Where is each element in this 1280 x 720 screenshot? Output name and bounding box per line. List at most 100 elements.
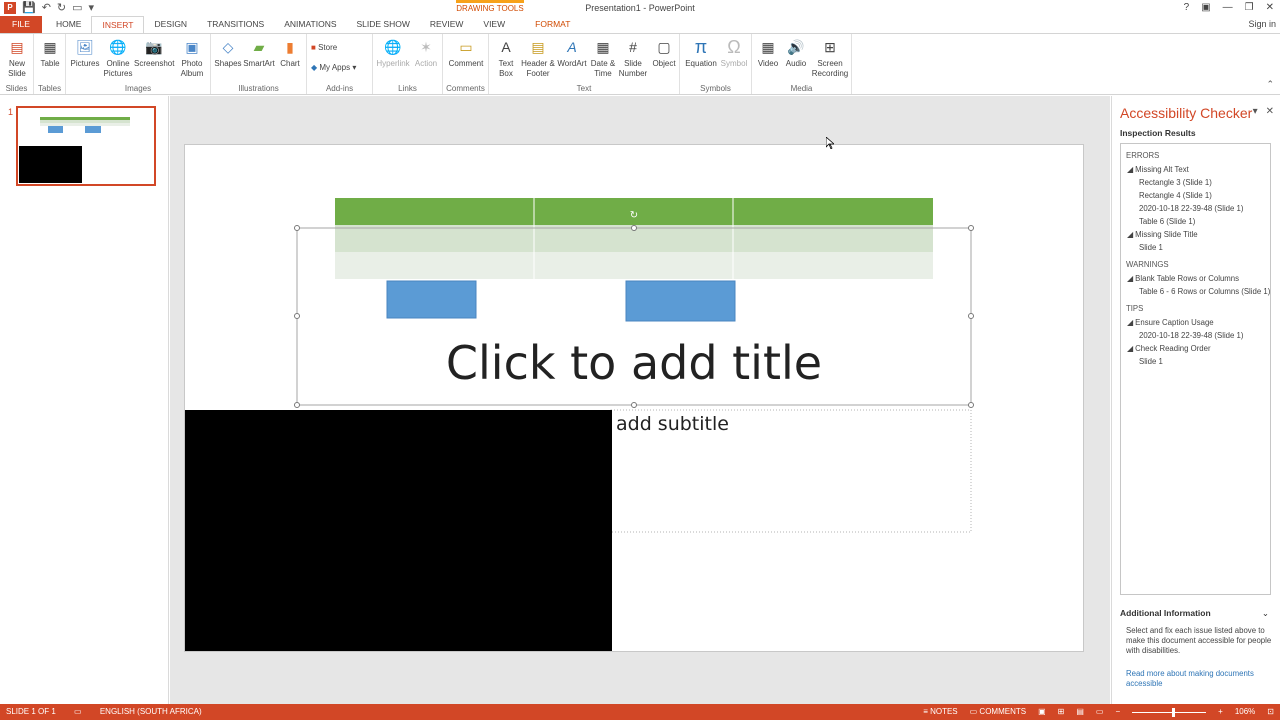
picture-2020-10-18[interactable] xyxy=(185,410,612,651)
smartart-button[interactable]: ▰ SmartArt xyxy=(243,37,275,69)
screen-recording-button[interactable]: ⊞ Screen Recording xyxy=(810,37,850,79)
tab-view[interactable]: VIEW xyxy=(473,16,515,33)
header-footer-button[interactable]: ▤ Header & Footer xyxy=(521,37,555,79)
issue-item[interactable]: Rectangle 4 (Slide 1) xyxy=(1139,191,1266,200)
redo-icon[interactable]: ↻ xyxy=(57,1,66,15)
additional-information-header[interactable]: Additional Information ⌄ xyxy=(1120,608,1271,618)
tab-slide-show[interactable]: SLIDE SHOW xyxy=(347,16,420,33)
title-placeholder-text[interactable]: Click to add title xyxy=(297,335,971,391)
issue-category[interactable]: ◢ Ensure Caption Usage xyxy=(1127,318,1266,327)
slide-canvas[interactable]: ↻ Click to add title add subtitle xyxy=(185,145,1083,651)
online-pictures-button[interactable]: 🌐 Online Pictures xyxy=(102,37,134,79)
ribbon-display-options-icon[interactable]: ▣ xyxy=(1201,2,1210,13)
wordart-button[interactable]: A WordArt xyxy=(555,37,589,69)
issue-category[interactable]: ◢ Missing Alt Text xyxy=(1127,165,1266,174)
hyperlink-icon: 🌐 xyxy=(384,39,402,55)
collapse-ribbon-icon[interactable]: ⌃ xyxy=(1266,79,1274,90)
rectangle-3[interactable] xyxy=(386,280,477,319)
subtitle-placeholder-text[interactable]: add subtitle xyxy=(616,411,729,437)
issue-category[interactable]: ◢ Blank Table Rows or Columns xyxy=(1127,274,1266,283)
customize-qat-icon[interactable]: ▾ xyxy=(89,1,95,15)
ribbon-tabs: FILE HOME INSERT DESIGN TRANSITIONS ANIM… xyxy=(0,16,1280,33)
zoom-slider-thumb[interactable] xyxy=(1172,707,1176,717)
group-label-media: Media xyxy=(790,84,813,93)
action-button[interactable]: ✶ Action xyxy=(411,37,441,69)
screenshot-button[interactable]: 📷 Screenshot xyxy=(134,37,174,69)
audio-button[interactable]: 🔊 Audio xyxy=(782,37,810,69)
issue-item[interactable]: 2020-10-18 22-39-48 (Slide 1) xyxy=(1139,204,1266,213)
symbol-button[interactable]: Ω Symbol xyxy=(718,37,750,69)
table-button[interactable]: ▦ Table xyxy=(36,37,64,69)
slide-show-icon[interactable]: ▭ xyxy=(1096,704,1104,720)
restore-icon[interactable]: ❐ xyxy=(1245,2,1254,13)
group-label-slides: Slides xyxy=(5,84,28,93)
issue-item[interactable]: Rectangle 3 (Slide 1) xyxy=(1139,178,1266,187)
help-icon[interactable]: ? xyxy=(1184,2,1190,13)
issue-category[interactable]: ◢ Check Reading Order xyxy=(1127,344,1266,353)
close-icon[interactable]: ✕ xyxy=(1266,2,1274,13)
tab-animations[interactable]: ANIMATIONS xyxy=(274,16,346,33)
slide-count: SLIDE 1 OF 1 xyxy=(6,707,56,716)
issue-category[interactable]: ◢ Missing Slide Title xyxy=(1127,230,1266,239)
video-button[interactable]: ▦ Video xyxy=(754,37,782,69)
pane-options-icon[interactable]: ▾ xyxy=(1253,106,1258,117)
group-images: 🖼 Pictures 🌐 Online Pictures 📷 Screensho… xyxy=(66,34,211,94)
date-time-button[interactable]: ▦ Date & Time xyxy=(589,37,617,79)
tab-design[interactable]: DESIGN xyxy=(144,16,197,33)
zoom-in-icon[interactable]: + xyxy=(1218,704,1223,720)
symbol-icon: Ω xyxy=(727,37,741,57)
tab-review[interactable]: REVIEW xyxy=(420,16,474,33)
screenshot-label: Screenshot xyxy=(134,59,175,68)
issue-item[interactable]: Table 6 - 6 Rows or Columns (Slide 1) xyxy=(1139,287,1270,296)
slide-thumbnail[interactable] xyxy=(16,106,156,186)
tab-transitions[interactable]: TRANSITIONS xyxy=(197,16,274,33)
save-icon[interactable]: 💾 xyxy=(22,1,36,15)
screen-recording-icon: ⊞ xyxy=(824,39,836,55)
store-button[interactable]: ■ Store xyxy=(311,43,371,53)
equation-button[interactable]: π Equation xyxy=(682,37,720,69)
reading-view-icon[interactable]: ▤ xyxy=(1076,704,1084,720)
section-errors: ERRORS xyxy=(1126,151,1160,160)
tab-home[interactable]: HOME xyxy=(46,16,92,33)
normal-view-icon[interactable]: ▣ xyxy=(1038,704,1046,720)
zoom-level[interactable]: 106% xyxy=(1235,704,1255,720)
rotate-handle-icon: ↻ xyxy=(630,210,638,221)
start-from-beginning-icon[interactable]: ▭ xyxy=(72,1,82,15)
comments-button[interactable]: ▭ COMMENTS xyxy=(970,704,1026,720)
issue-item[interactable]: Table 6 (Slide 1) xyxy=(1139,217,1266,226)
zoom-out-icon[interactable]: − xyxy=(1115,704,1120,720)
hyperlink-button[interactable]: 🌐 Hyperlink xyxy=(375,37,411,69)
group-label-symbols: Symbols xyxy=(700,84,731,93)
photo-album-button[interactable]: ▣ Photo Album xyxy=(174,37,210,79)
zoom-slider[interactable] xyxy=(1132,707,1207,717)
minimize-icon[interactable]: — xyxy=(1223,2,1233,13)
notes-button[interactable]: ≡ NOTES xyxy=(923,704,957,720)
comments-label: COMMENTS xyxy=(979,707,1027,716)
shapes-button[interactable]: ◇ Shapes xyxy=(213,37,243,69)
chart-button[interactable]: ▮ Chart xyxy=(275,37,305,69)
pane-close-icon[interactable]: ✕ xyxy=(1266,106,1274,117)
my-apps-button[interactable]: ◆ My Apps ▾ xyxy=(311,63,371,73)
spelling-icon[interactable]: ▭ xyxy=(74,707,82,716)
pictures-button[interactable]: 🖼 Pictures xyxy=(68,37,102,69)
fit-slide-icon[interactable]: ⊡ xyxy=(1267,704,1274,720)
tab-format[interactable]: FORMAT xyxy=(525,16,580,33)
comment-button[interactable]: ▭ Comment xyxy=(445,37,487,69)
object-button[interactable]: ▢ Object xyxy=(649,37,679,69)
issue-item[interactable]: 2020-10-18 22-39-48 (Slide 1) xyxy=(1139,331,1266,340)
slide-number-button[interactable]: # Slide Number xyxy=(617,37,649,79)
undo-icon[interactable]: ↶ xyxy=(42,1,51,15)
rectangle-4[interactable] xyxy=(625,280,736,322)
group-media: ▦ Video 🔊 Audio ⊞ Screen Recording Media xyxy=(752,34,852,94)
slide-sorter-icon[interactable]: ⊞ xyxy=(1058,704,1065,720)
table-icon: ▦ xyxy=(43,39,57,55)
pane-title: Accessibility Checker xyxy=(1120,105,1253,121)
text-box-button[interactable]: A Text Box xyxy=(491,37,521,79)
read-more-link[interactable]: Read more about making documents accessi… xyxy=(1126,669,1272,689)
tab-file[interactable]: FILE xyxy=(0,16,42,33)
issue-item[interactable]: Slide 1 xyxy=(1139,357,1266,366)
issue-item[interactable]: Slide 1 xyxy=(1139,243,1266,252)
tab-insert[interactable]: INSERT xyxy=(91,16,145,33)
new-slide-button[interactable]: ▤ New Slide xyxy=(2,37,32,79)
language-indicator[interactable]: ENGLISH (SOUTH AFRICA) xyxy=(100,707,202,716)
